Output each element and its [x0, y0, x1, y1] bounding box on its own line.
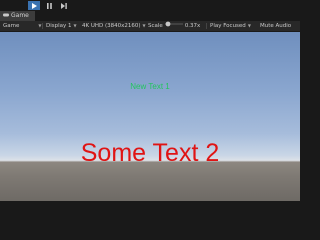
resolution-dropdown-label: 4K UHD (3840x2160) [82, 23, 141, 29]
display-dropdown[interactable]: Display 1 ▼ [46, 21, 77, 31]
play-mode-toolbar [0, 0, 300, 11]
mute-audio-toggle[interactable]: Mute Audio [260, 21, 291, 31]
scale-value: 0.37x [184, 23, 201, 29]
mode-dropdown[interactable]: Game ▼ [3, 21, 41, 31]
chevron-down-icon: ▼ [247, 23, 251, 28]
game-view-toolbar: Game ▼ Display 1 ▼ 4K UHD (3840x2160) ▼ … [0, 21, 300, 32]
tab-game-label: Game [11, 12, 29, 19]
display-dropdown-label: Display 1 [46, 23, 72, 29]
scene-text-large: Some Text 2 [80, 139, 220, 167]
game-viewport[interactable] [0, 32, 300, 201]
pause-button[interactable] [43, 1, 55, 10]
mode-dropdown-label: Game [3, 23, 20, 29]
chevron-down-icon: ▼ [142, 23, 146, 28]
chevron-down-icon: ▼ [73, 23, 77, 28]
tab-game[interactable]: Game [0, 11, 35, 21]
play-icon [31, 2, 37, 9]
toolbar-divider [206, 23, 207, 29]
scale-control: Scale 0.37x [148, 21, 200, 31]
editor-tab-bar: Game [0, 11, 300, 21]
play-focused-label: Play Focused [210, 23, 246, 29]
step-button[interactable] [58, 1, 70, 10]
resolution-dropdown[interactable]: 4K UHD (3840x2160) ▼ [82, 21, 146, 31]
scale-slider[interactable] [164, 21, 183, 31]
mute-audio-label: Mute Audio [260, 23, 292, 29]
scene-text-small: New Text 1 [130, 82, 170, 91]
toolbar-divider [42, 23, 43, 29]
play-focused-dropdown[interactable]: Play Focused ▼ [210, 21, 251, 31]
game-controller-icon [3, 11, 9, 21]
pause-icon [46, 2, 52, 9]
chevron-down-icon: ▼ [38, 23, 42, 28]
step-icon [61, 2, 67, 9]
play-button[interactable] [28, 1, 40, 10]
scale-label: Scale [148, 23, 163, 29]
